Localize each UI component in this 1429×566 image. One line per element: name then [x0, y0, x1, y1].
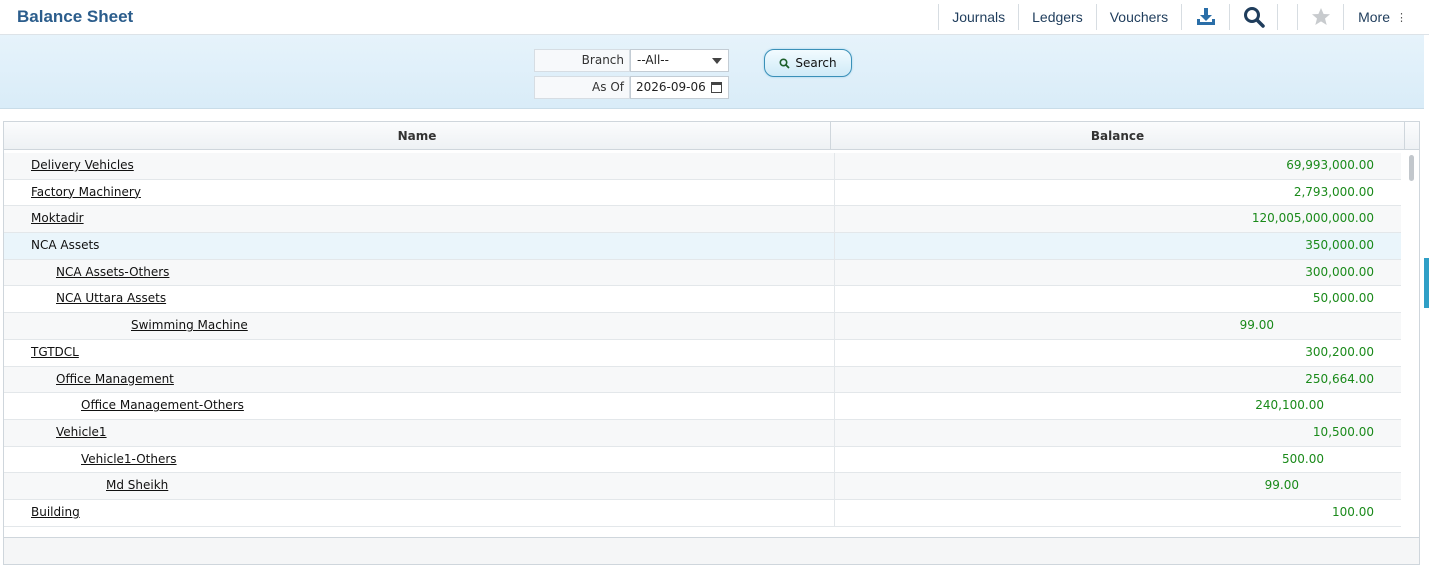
table-row[interactable]: Md Sheikh 99.00	[4, 473, 1401, 500]
name-cell: NCA Assets-Others	[4, 259, 835, 286]
table-row[interactable]: Factory Machinery 2,793,000.00	[4, 179, 1401, 207]
calendar-icon[interactable]	[711, 82, 722, 93]
account-link[interactable]: NCA Uttara Assets	[56, 291, 166, 305]
account-link[interactable]: Md Sheikh	[106, 478, 168, 492]
branch-select-value: --All--	[637, 53, 669, 67]
account-name: NCA Assets	[31, 238, 100, 253]
name-cell: Building	[4, 499, 835, 526]
column-header-balance[interactable]: Balance	[831, 122, 1405, 150]
account-link[interactable]: Delivery Vehicles	[31, 158, 134, 172]
table-row[interactable]: Swimming Machine 99.00	[4, 313, 1401, 340]
balance-cell: 10,500.00	[1312, 424, 1374, 439]
page-title: Balance Sheet	[17, 7, 134, 26]
balance-cell: 99.00	[1264, 478, 1299, 493]
table-row[interactable]: TGTDCL 300,200.00	[4, 339, 1401, 367]
balance-cell: 50,000.00	[1312, 291, 1374, 306]
grid-header: Name Balance	[4, 122, 1419, 150]
journals-link[interactable]: Journals	[938, 4, 1018, 30]
name-cell: Swimming Machine	[4, 313, 835, 339]
name-cell: Factory Machinery	[4, 179, 835, 206]
grid-footer	[4, 537, 1419, 564]
account-link[interactable]: Swimming Machine	[131, 318, 248, 332]
balance-sheet-grid: Name Balance Delivery Vehicles 69,993,000…	[3, 121, 1420, 565]
search-button[interactable]: Search	[764, 49, 852, 77]
asof-date-input[interactable]: 2026-09-06	[630, 76, 729, 99]
top-nav: Journals Ledgers Vouchers More ⋮	[938, 0, 1429, 34]
ledgers-link[interactable]: Ledgers	[1018, 4, 1096, 30]
name-cell: Vehicle1-Others	[4, 446, 835, 473]
table-row[interactable]: Office Management 250,664.00	[4, 366, 1401, 394]
balance-cell: 69,993,000.00	[1286, 158, 1374, 172]
table-row[interactable]: NCA Assets 350,000.00	[4, 233, 1401, 260]
table-row[interactable]: Moktadir 120,005,000,000.00	[4, 206, 1401, 234]
favorite-button[interactable]	[1297, 4, 1343, 30]
nav-spacer	[1277, 4, 1297, 30]
branch-label: Branch	[534, 49, 630, 72]
balance-cell: 250,664.00	[1305, 371, 1374, 386]
balance-cell: 500.00	[1282, 451, 1324, 466]
account-link[interactable]: Vehicle1	[56, 425, 107, 439]
table-row[interactable]: Vehicle1-Others 500.00	[4, 446, 1401, 474]
balance-cell: 100.00	[1332, 504, 1374, 519]
balance-cell: 120,005,000,000.00	[1251, 211, 1374, 226]
side-panel-tab[interactable]	[1424, 258, 1429, 308]
table-row[interactable]: Building 100.00	[4, 499, 1401, 527]
chevron-down-icon	[712, 58, 722, 64]
name-cell: TGTDCL	[4, 339, 835, 366]
search-button-label: Search	[795, 56, 837, 70]
name-cell: Moktadir	[4, 206, 835, 233]
name-cell: Vehicle1	[4, 419, 835, 446]
balance-cell: 2,793,000.00	[1293, 184, 1374, 199]
table-row[interactable]: NCA Uttara Assets 50,000.00	[4, 286, 1401, 314]
account-link[interactable]: Office Management	[56, 372, 174, 386]
search-nav-button[interactable]	[1229, 4, 1277, 30]
table-row[interactable]: Delivery Vehicles 69,993,000.00	[4, 153, 1401, 180]
table-row[interactable]: Vehicle1 10,500.00	[4, 419, 1401, 447]
vouchers-link[interactable]: Vouchers	[1095, 4, 1181, 30]
column-header-name[interactable]: Name	[4, 122, 831, 150]
table-row[interactable]: Office Management-Others 240,100.00	[4, 393, 1401, 420]
branch-select[interactable]: --All--	[630, 49, 729, 72]
account-link[interactable]: TGTDCL	[31, 345, 79, 359]
account-link[interactable]: Moktadir	[31, 211, 84, 225]
name-cell: Delivery Vehicles	[4, 153, 835, 179]
account-link[interactable]: Building	[31, 505, 80, 519]
grid-body: Delivery Vehicles 69,993,000.00 Factory Ma…	[4, 153, 1401, 537]
account-link[interactable]: NCA Assets-Others	[56, 265, 169, 279]
balance-cell: 99.00	[1239, 318, 1274, 333]
star-icon	[1311, 8, 1330, 25]
top-bar: Balance Sheet Journals Ledgers Vouchers …	[0, 0, 1429, 35]
download-icon	[1196, 8, 1215, 25]
balance-cell: 350,000.00	[1305, 238, 1374, 253]
filter-panel: Branch --All-- As Of 2026-09-06 Search	[0, 35, 1424, 109]
scrollbar-thumb[interactable]	[1409, 155, 1414, 181]
table-row[interactable]: NCA Assets-Others 300,000.00	[4, 259, 1401, 287]
kebab-vertical-icon: ⋮	[1396, 11, 1407, 24]
balance-cell: 300,200.00	[1305, 344, 1374, 359]
balance-cell: 240,100.00	[1255, 398, 1324, 413]
download-button[interactable]	[1181, 4, 1229, 30]
more-menu-button[interactable]: More ⋮	[1343, 4, 1429, 30]
search-icon	[1243, 7, 1265, 28]
name-cell: Office Management	[4, 366, 835, 393]
name-cell: Md Sheikh	[4, 473, 835, 499]
search-icon	[779, 57, 791, 69]
more-label: More	[1358, 9, 1390, 25]
asof-label: As Of	[534, 76, 630, 99]
account-link[interactable]: Factory Machinery	[31, 185, 141, 199]
name-cell: NCA Assets	[4, 233, 835, 259]
account-link[interactable]: Office Management-Others	[81, 398, 244, 412]
balance-cell: 300,000.00	[1305, 264, 1374, 279]
asof-date-value: 2026-09-06	[636, 80, 706, 94]
name-cell: NCA Uttara Assets	[4, 286, 835, 313]
vertical-scrollbar[interactable]	[1405, 153, 1419, 537]
name-cell: Office Management-Others	[4, 393, 835, 419]
account-link[interactable]: Vehicle1-Others	[81, 452, 177, 466]
